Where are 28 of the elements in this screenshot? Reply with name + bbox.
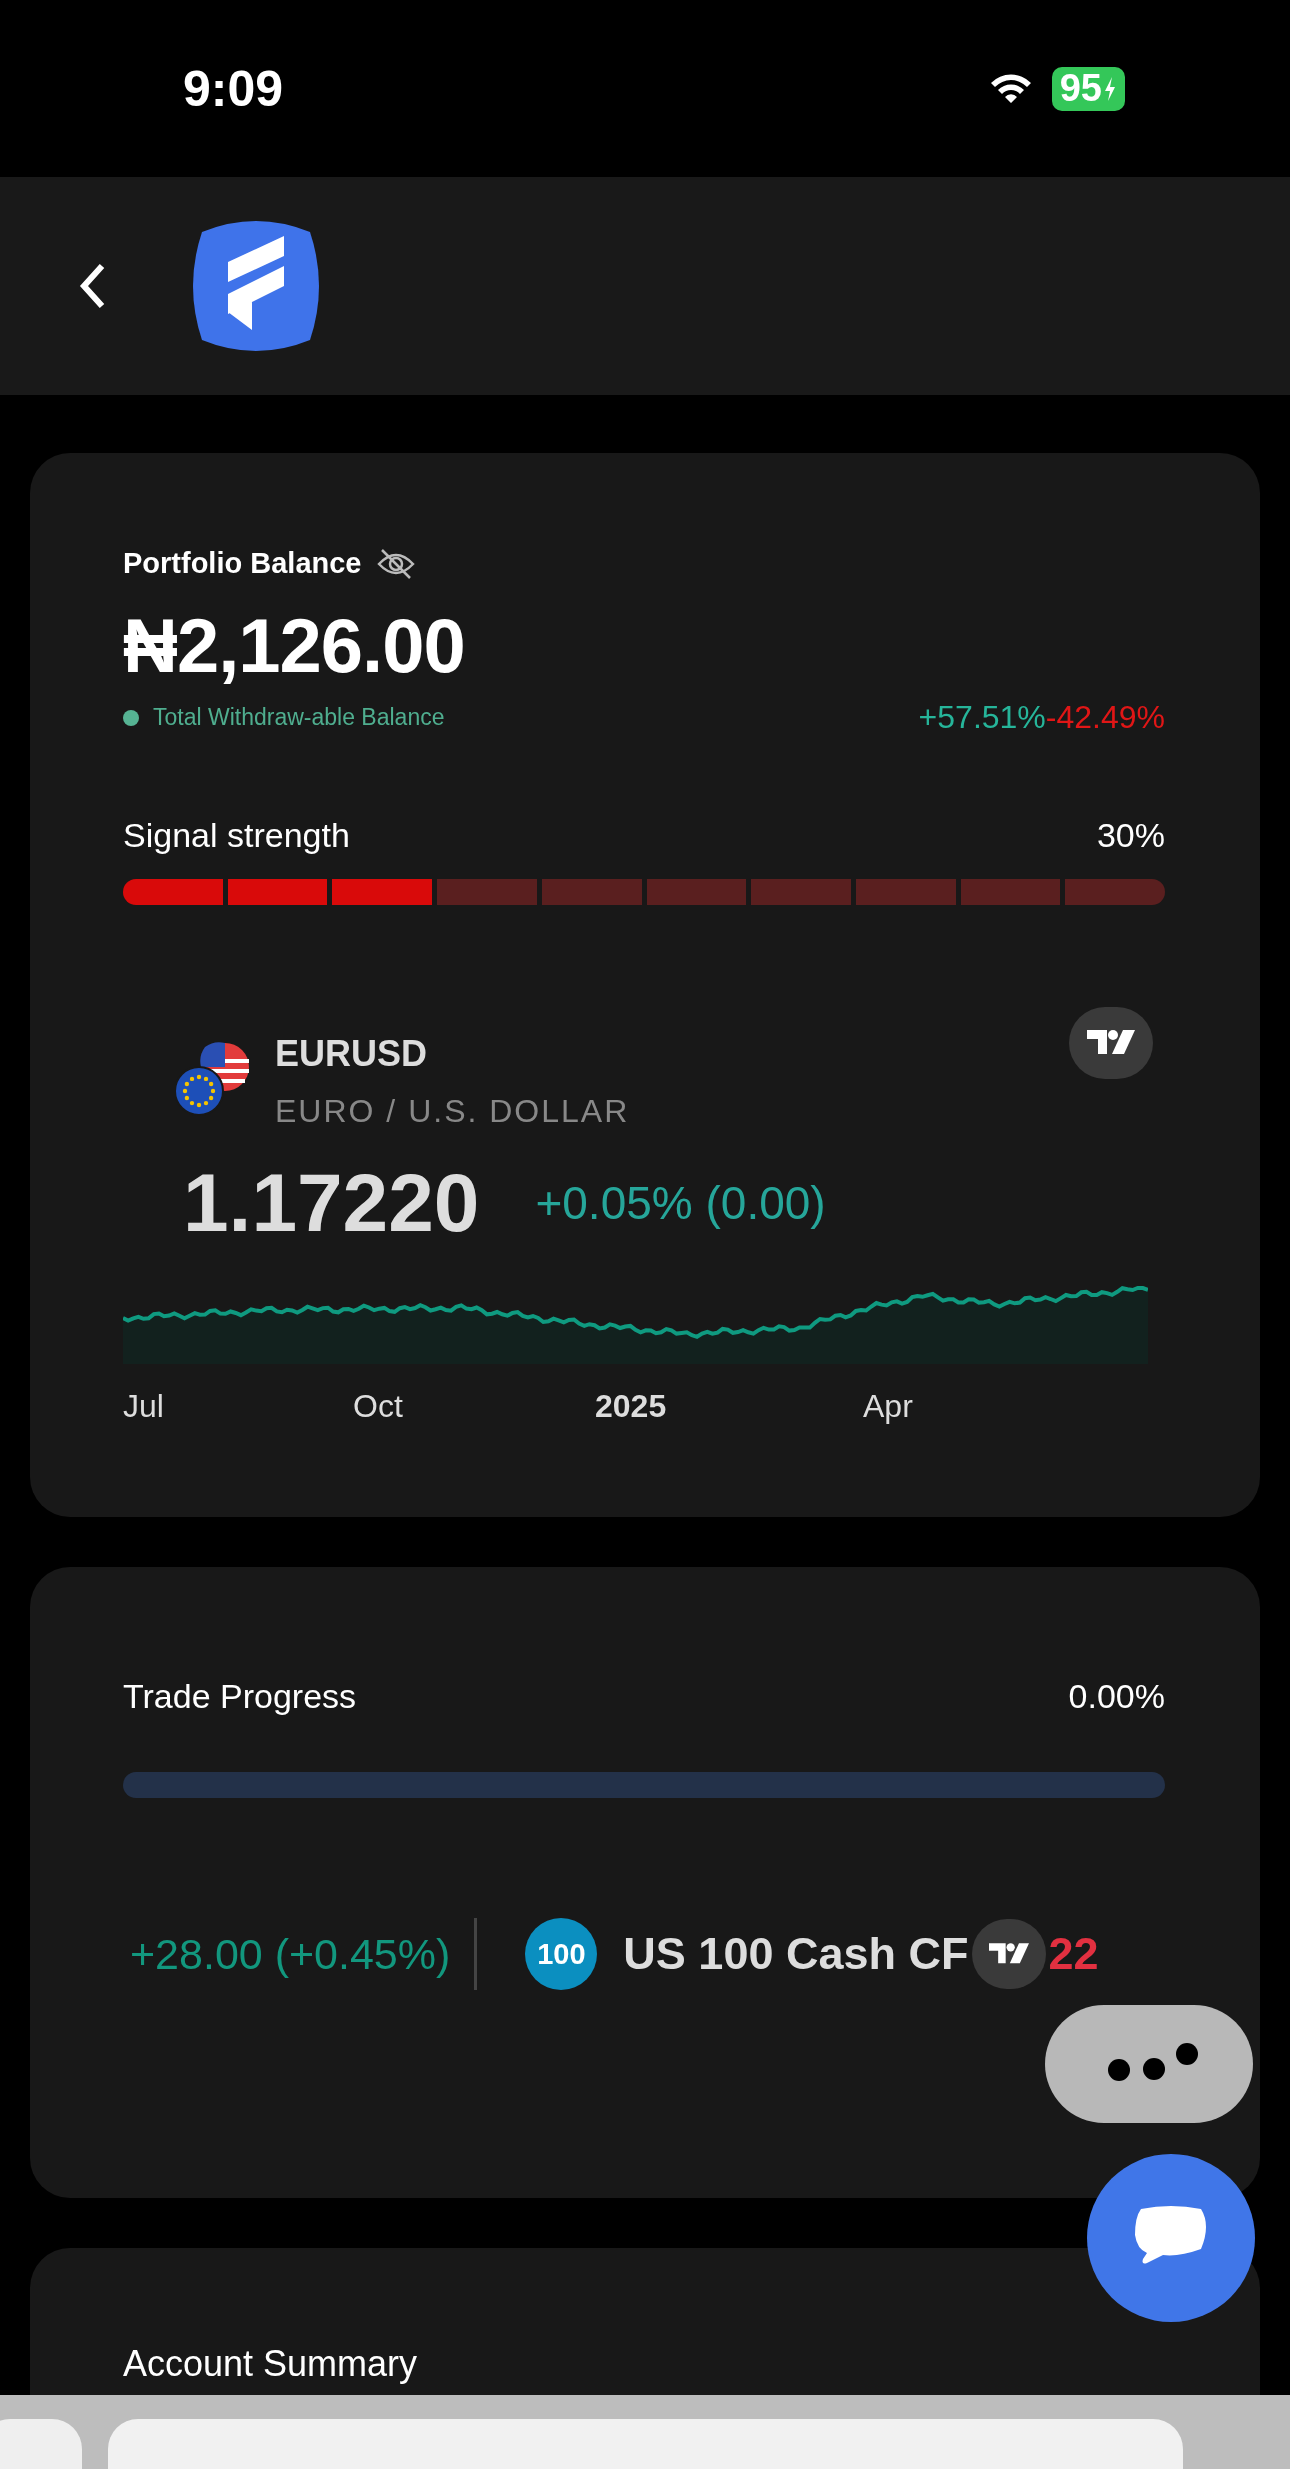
battery-icon: 95 [1051, 66, 1125, 111]
axis-label: Apr [863, 1388, 913, 1425]
ticker-symbol: EURUSD [275, 1033, 428, 1075]
loss-percent: -42.49% [1045, 699, 1165, 735]
tape-value: 22 [1048, 1928, 1099, 1980]
trade-progress-reading: 0.00% [1068, 1677, 1165, 1716]
tape-symbol-name: US 100 Cash CF [623, 1928, 969, 1980]
tape-change: +28.00 (+0.45%) [130, 1929, 451, 1979]
balance-amount: ₦2,126.00 [123, 602, 466, 689]
signal-label: Signal strength [123, 816, 350, 855]
status-dot-icon [123, 709, 139, 726]
account-summary-title: Account Summary [123, 2343, 419, 2385]
withdrawable-label: Total Withdraw-able Balance [153, 704, 445, 731]
chart-logo-icon [1087, 1030, 1135, 1056]
gain-percent: +57.51% [918, 699, 1046, 735]
ticker-name: EURO / U.S. DOLLAR [275, 1093, 631, 1130]
signal-reading: 30% [1096, 816, 1165, 855]
portfolio-title: Portfolio Balance [123, 547, 362, 580]
index-badge: 100 [525, 1918, 598, 1990]
ticker-change: +0.05% (0.00) [535, 1176, 826, 1230]
axis-label: Oct [353, 1388, 404, 1425]
hide-eye-icon[interactable] [375, 547, 416, 580]
ticker-price: 1.17220 [183, 1156, 480, 1250]
status-time: 9:09 [183, 59, 284, 118]
trade-progress-label: Trade Progress [123, 1677, 357, 1716]
chart-logo-icon [989, 1943, 1030, 1965]
axis-label: 2025 [595, 1388, 668, 1425]
axis-label: Jul [123, 1388, 165, 1425]
